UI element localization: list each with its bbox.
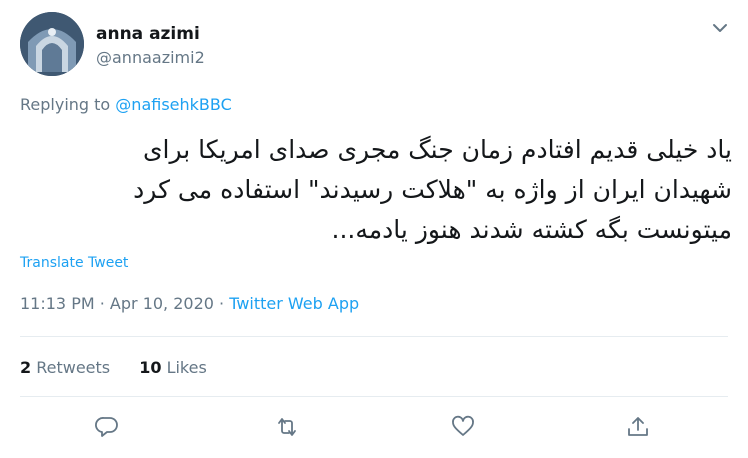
likes-stat[interactable]: 10 Likes [139,358,207,377]
meta-separator: · [94,294,110,313]
engagement-stats: 2 Retweets 10 Likes [20,358,231,377]
replying-to-label: Replying to [20,95,116,114]
divider [20,336,728,337]
likes-label: Likes [161,358,207,377]
retweets-stat[interactable]: 2 Retweets [20,358,110,377]
retweets-count: 2 [20,358,32,377]
tweet-date[interactable]: Apr 10, 2020 [110,294,214,313]
tweet-text: یاد خیلی قدیم افتادم زمان جنگ مجری صدای … [20,130,732,250]
chevron-down-icon[interactable] [710,18,730,38]
replying-to: Replying to @nafisehkBBC [20,95,232,114]
meta-separator: · [213,294,230,313]
source-app-link[interactable]: Twitter Web App [229,294,359,313]
tweet-meta: 11:13 PM · Apr 10, 2020 · Twitter Web Ap… [20,294,359,313]
likes-count: 10 [139,358,162,377]
tweet-header: anna azimi @annaazimi2 [20,12,730,76]
reply-mention-link[interactable]: @nafisehkBBC [115,95,231,114]
heart-icon[interactable] [450,414,476,440]
retweet-icon[interactable] [274,414,300,440]
display-name[interactable]: anna azimi [96,24,200,44]
action-bar [0,414,748,444]
tweet-time[interactable]: 11:13 PM [20,294,95,313]
divider [20,396,728,397]
username[interactable]: @annaazimi2 [96,48,205,67]
translate-tweet-link[interactable]: Translate Tweet [20,255,128,271]
tweet-text-line: یاد خیلی قدیم افتادم زمان جنگ مجری صدای … [142,135,732,164]
reply-icon[interactable] [94,414,120,440]
tweet-text-line: شهیدان ایران از واژه به "هلاکت رسیدند" ا… [133,175,732,204]
share-icon[interactable] [625,414,651,440]
avatar[interactable] [20,12,84,76]
tweet-text-line: میتونست بگه کشته شدند هنوز یادمه... [331,215,732,244]
retweets-label: Retweets [31,358,111,377]
